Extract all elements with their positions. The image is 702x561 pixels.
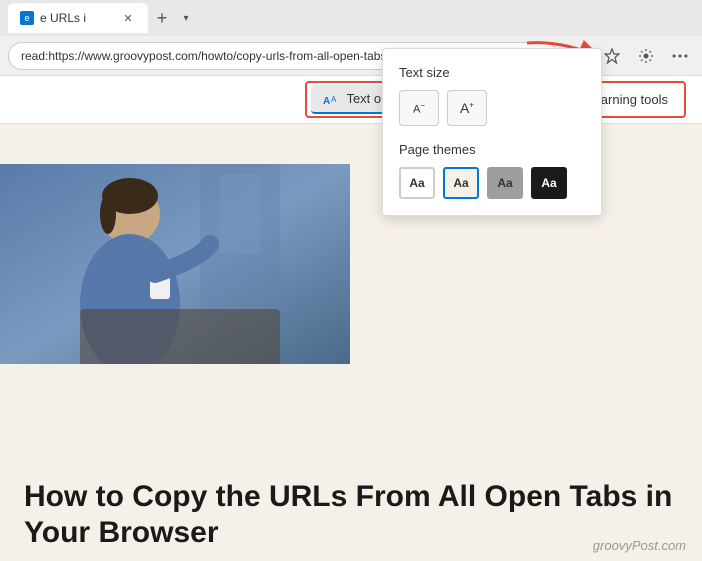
- svg-text:A: A: [331, 95, 337, 104]
- hero-image: [0, 164, 350, 364]
- theme-black-button[interactable]: Aa: [531, 167, 567, 199]
- settings-button[interactable]: [632, 42, 660, 70]
- main-content: How to Copy the URLs From All Open Tabs …: [0, 164, 702, 561]
- browser-tab[interactable]: e e URLs i ✕: [8, 3, 148, 33]
- svg-text:A: A: [323, 96, 330, 106]
- page-themes-row: Aa Aa Aa Aa: [399, 167, 585, 199]
- tab-bar: e e URLs i ✕ + ▾: [0, 0, 702, 36]
- new-tab-button[interactable]: +: [148, 4, 176, 32]
- increase-text-size-button[interactable]: A+: [447, 90, 487, 126]
- theme-gray-button[interactable]: Aa: [487, 167, 523, 199]
- watermark: groovyPost.com: [593, 538, 686, 553]
- theme-white-button[interactable]: Aa: [399, 167, 435, 199]
- theme-light-button[interactable]: Aa: [443, 167, 479, 199]
- tab-label: e URLs i: [40, 11, 86, 25]
- decrease-text-size-button[interactable]: A−: [399, 90, 439, 126]
- tab-dropdown-button[interactable]: ▾: [176, 8, 196, 28]
- article-title: How to Copy the URLs From All Open Tabs …: [24, 479, 678, 551]
- page-themes-title: Page themes: [399, 142, 585, 157]
- tab-favicon: e: [20, 11, 34, 25]
- more-button[interactable]: [666, 42, 694, 70]
- text-options-panel: Text size A− A+ Page themes Aa Aa Aa Aa: [382, 48, 602, 216]
- text-size-title: Text size: [399, 65, 585, 80]
- tab-close-button[interactable]: ✕: [120, 10, 136, 26]
- text-size-controls: A− A+: [399, 90, 585, 126]
